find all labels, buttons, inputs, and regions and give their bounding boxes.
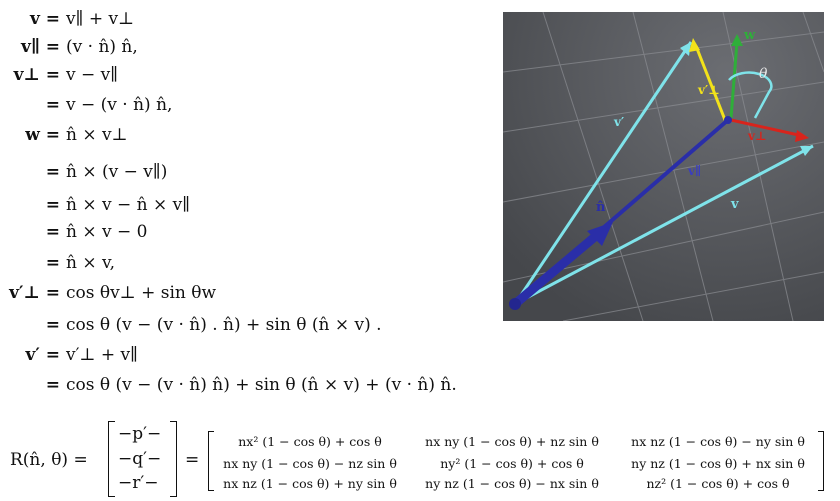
- rotation-diagram: w θ v′⊥ v′ v⊥ v∥ n̂ v: [503, 12, 824, 321]
- equation-lhs: v =: [29, 9, 60, 29]
- equation-rhs: v′⊥ + v∥: [66, 345, 138, 365]
- label-v-parallel: v∥: [687, 164, 701, 178]
- equation-lhs: =: [45, 253, 60, 273]
- equation-lhs: v′⊥ =: [9, 283, 60, 303]
- equation-rhs: n̂ × (v − v∥): [66, 162, 168, 182]
- equation-rhs: cos θ (v − (v · n̂) . n̂) + sin θ (n̂ × …: [66, 315, 382, 335]
- equation-line: v = v∥ + v⊥: [4, 8, 134, 30]
- matrix-row-q: −q′−: [118, 449, 162, 469]
- label-theta: θ: [759, 66, 768, 82]
- equation-line: v′ = v′⊥ + v∥: [4, 344, 138, 366]
- origin-point: [509, 298, 521, 310]
- equation-line: = n̂ × v − n̂ × v∥: [4, 194, 190, 216]
- rotation-point: [724, 116, 732, 124]
- equation-rhs: v − (v · n̂) n̂,: [66, 95, 173, 115]
- matrix-cell: ny nz (1 − cos θ) + nx sin θ: [631, 456, 805, 471]
- matrix-cell: nx nz (1 − cos θ) − ny sin θ: [631, 434, 805, 449]
- matrix-cell: nx ny (1 − cos θ) − nz sin θ: [223, 456, 397, 471]
- equation-lhs: =: [45, 95, 60, 115]
- equation-rhs: v∥ + v⊥: [66, 9, 135, 29]
- label-v: v: [730, 197, 739, 212]
- equation-lhs: =: [45, 222, 60, 242]
- equation-rhs: n̂ × v,: [66, 253, 115, 273]
- rotation-figure: w θ v′⊥ v′ v⊥ v∥ n̂ v: [503, 12, 824, 321]
- equation-lhs: v⊥ =: [13, 65, 60, 85]
- matrix-cell: ny² (1 − cos θ) + cos θ: [440, 456, 584, 471]
- equation-line: = cos θ (v − (v · n̂) n̂) + sin θ (n̂ × v…: [4, 374, 457, 396]
- right-bracket-vec: [170, 421, 177, 497]
- equation-lhs: =: [45, 315, 60, 335]
- equation-rhs: n̂ × v⊥: [66, 125, 128, 145]
- matrix-cell: nx nz (1 − cos θ) + ny sin θ: [223, 476, 397, 491]
- matrix-row-r: −r′−: [118, 473, 159, 493]
- matrix-row-p: −p′−: [118, 424, 162, 444]
- equation-rhs: n̂ × v − n̂ × v∥: [66, 195, 191, 215]
- label-v-perp-prime: v′⊥: [697, 83, 720, 97]
- equation-line: = n̂ × (v − v∥): [4, 161, 168, 183]
- equation-lhs: =: [45, 162, 60, 182]
- equation-lhs: w =: [25, 125, 60, 145]
- equation-rhs: v − v∥: [66, 65, 119, 85]
- equation-line: = n̂ × v,: [4, 252, 115, 274]
- equation-line: = v − (v · n̂) n̂,: [4, 94, 173, 116]
- equation-rhs: (v · n̂) n̂,: [66, 37, 138, 57]
- equation-rhs: n̂ × v − 0: [66, 222, 148, 242]
- equation-lhs: =: [45, 195, 60, 215]
- matrix-equals: =: [185, 450, 200, 470]
- equation-line: = cos θ (v − (v · n̂) . n̂) + sin θ (n̂ ×…: [4, 314, 382, 336]
- equation-rhs: cos θv⊥ + sin θw: [66, 283, 217, 303]
- equation-lhs: v′ =: [25, 345, 60, 365]
- equation-line: = n̂ × v − 0: [4, 221, 148, 243]
- right-bracket-matrix: [818, 431, 824, 491]
- label-v-prime: v′: [613, 115, 624, 129]
- equation-rhs: cos θ (v − (v · n̂) n̂) + sin θ (n̂ × v)…: [66, 375, 457, 395]
- left-bracket-vec: [108, 421, 115, 497]
- equation-line: v⊥ = v − v∥: [4, 64, 119, 86]
- equation-lhs: =: [45, 375, 60, 395]
- equation-line: v∥ = (v · n̂) n̂,: [4, 36, 138, 58]
- matrix-lhs: R(n̂, θ) =: [10, 450, 88, 470]
- matrix-cell: nz² (1 − cos θ) + cos θ: [646, 476, 790, 491]
- equation-lhs: v∥ =: [20, 37, 60, 57]
- equation-line: v′⊥ = cos θv⊥ + sin θw: [4, 282, 216, 304]
- label-v-perp: v⊥: [747, 129, 767, 143]
- equation-line: w = n̂ × v⊥: [4, 124, 128, 146]
- matrix-cell: ny nz (1 − cos θ) − nx sin θ: [425, 476, 599, 491]
- label-n-hat: n̂: [596, 200, 606, 215]
- label-w: w: [743, 28, 756, 43]
- matrix-cell: nx² (1 − cos θ) + cos θ: [238, 434, 382, 449]
- matrix-cell: nx ny (1 − cos θ) + nz sin θ: [425, 434, 599, 449]
